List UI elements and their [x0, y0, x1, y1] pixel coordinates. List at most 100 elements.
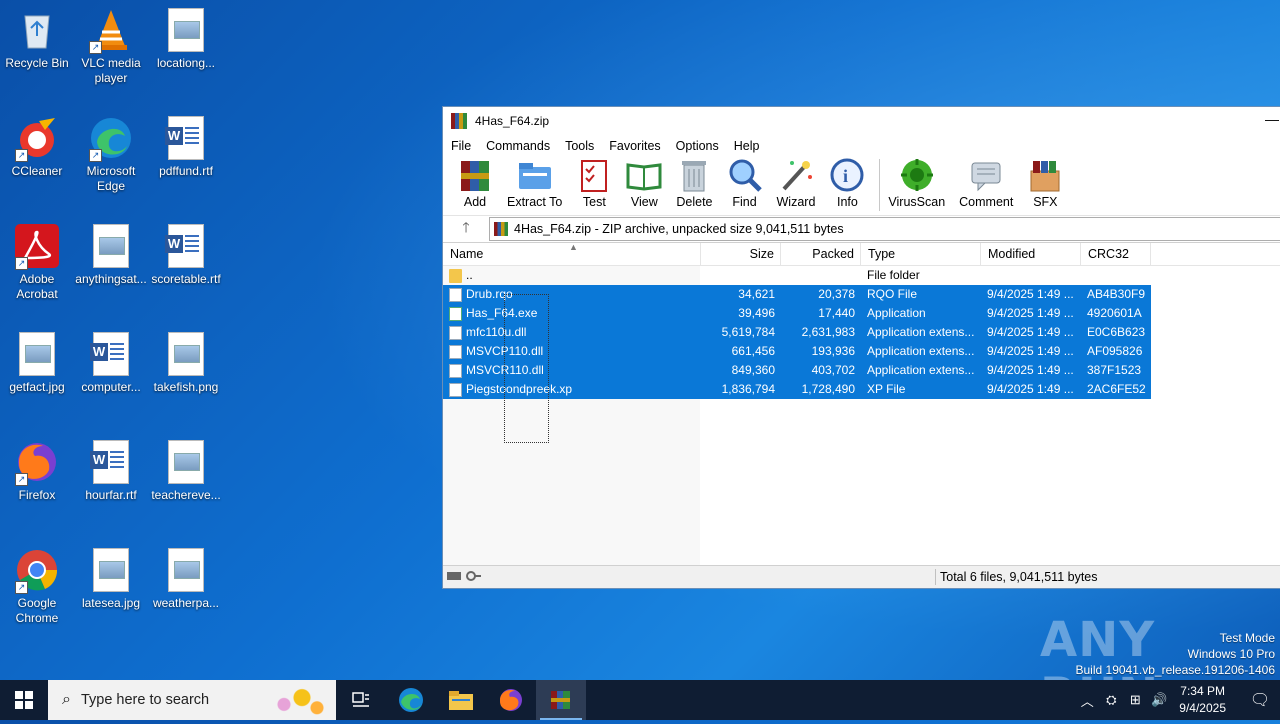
wizard-button[interactable]: Wizard — [776, 157, 816, 209]
archive-path-field[interactable]: 4Has_F64.zip - ZIP archive, unpacked siz… — [489, 217, 1280, 241]
column-size[interactable]: Size — [701, 243, 781, 265]
magic-wand-icon — [778, 157, 814, 193]
toolbar-label: SFX — [1033, 195, 1058, 209]
desktop-icon-latesea[interactable]: latesea.jpg — [74, 548, 148, 611]
extract-to-button[interactable]: Extract To — [507, 157, 562, 209]
desktop-icon-label: takefish.png — [153, 380, 219, 394]
desktop-icon-vlc[interactable]: ↗ VLC media player — [74, 8, 148, 86]
file-crc: AB4B30F9 — [1087, 287, 1146, 301]
winrar-window[interactable]: 4Has_F64.zip — File Commands Tools Favor… — [442, 106, 1280, 589]
file-crc: 2AC6FE52 — [1087, 382, 1146, 396]
taskbar-search-box[interactable]: ⌕ Type here to search — [48, 680, 336, 720]
image-file-icon — [168, 332, 204, 376]
desktop-icon-label: Recycle Bin — [5, 56, 69, 70]
desktop-icon-locationg[interactable]: locationg... — [149, 8, 223, 71]
file-type: File folder — [867, 268, 920, 282]
find-button[interactable]: Find — [727, 157, 763, 209]
delete-button[interactable]: Delete — [676, 157, 713, 209]
table-row[interactable]: MSVCP110.dll 661,456 193,936 Application… — [443, 342, 1151, 361]
shortcut-arrow-icon: ↗ — [15, 257, 28, 270]
start-button[interactable] — [0, 680, 48, 720]
desktop-icon-recycle-bin[interactable]: Recycle Bin — [0, 8, 74, 71]
status-bar: Total 6 files, 9,041,511 bytes — [443, 565, 1280, 588]
desktop-icon-label: VLC media player — [81, 56, 141, 85]
table-row[interactable]: MSVCR110.dll 849,360 403,702 Application… — [443, 361, 1151, 380]
file-modified: 9/4/2025 1:49 ... — [987, 382, 1074, 396]
volume-icon[interactable]: 🔊 — [1147, 692, 1171, 708]
column-packed[interactable]: Packed — [781, 243, 861, 265]
view-button[interactable]: View — [626, 157, 662, 209]
task-view-button[interactable] — [336, 680, 386, 720]
selection-marquee — [504, 294, 549, 443]
desktop-icon-ccleaner[interactable]: ↗ CCleaner — [0, 116, 74, 179]
address-bar: 🡑 4Has_F64.zip - ZIP archive, unpacked s… — [443, 215, 1280, 243]
column-type[interactable]: Type — [861, 243, 981, 265]
desktop-icon-label: anythingsat... — [75, 272, 147, 286]
desktop-icon-weatherpa[interactable]: weatherpa... — [149, 548, 223, 611]
sfx-button[interactable]: SFX — [1027, 157, 1063, 209]
toolbar-label: Wizard — [776, 195, 816, 209]
desktop-icon-anythingsat[interactable]: anythingsat... — [74, 224, 148, 287]
taskbar-firefox[interactable] — [486, 680, 536, 720]
menu-commands[interactable]: Commands — [486, 139, 550, 153]
desktop-icon-teachereve[interactable]: teachereve... — [149, 440, 223, 503]
test-button[interactable]: Test — [576, 157, 612, 209]
table-row[interactable]: mfc110u.dll 5,619,784 2,631,983 Applicat… — [443, 323, 1151, 342]
virusscan-button[interactable]: VirusScan — [888, 157, 945, 209]
file-icon — [449, 287, 462, 302]
menu-help[interactable]: Help — [734, 139, 760, 153]
column-modified[interactable]: Modified — [981, 243, 1081, 265]
file-crc: 387F1523 — [1087, 363, 1142, 377]
file-packed: 17,440 — [818, 306, 855, 320]
desktop-icon-hourfar[interactable]: W hourfar.rtf — [74, 440, 148, 503]
chevron-up-icon[interactable]: ︿ — [1075, 691, 1099, 710]
desktop-icon-chrome[interactable]: ↗ Google Chrome — [0, 548, 74, 626]
desktop-icon-label: getfact.jpg — [9, 380, 65, 394]
file-modified: 9/4/2025 1:49 ... — [987, 287, 1074, 301]
desktop-icon-pdffund[interactable]: W pdffund.rtf — [149, 116, 223, 179]
desktop-icon-scoretable[interactable]: W scoretable.rtf — [149, 224, 223, 287]
table-row[interactable]: Drub.rqo 34,621 20,378 RQO File 9/4/2025… — [443, 285, 1151, 304]
taskbar: ⌕ Type here to search ︿ ⛭ ⊞ 🔊 7:34 PM 9/… — [0, 680, 1280, 720]
desktop-icon-label: scoretable.rtf — [151, 272, 221, 286]
up-arrow-icon[interactable]: 🡑 — [443, 217, 489, 241]
taskbar-winrar[interactable] — [536, 680, 586, 720]
desktop-icon-firefox[interactable]: ↗ Firefox — [0, 440, 74, 503]
menu-favorites[interactable]: Favorites — [609, 139, 660, 153]
comment-icon — [968, 157, 1004, 193]
shortcut-arrow-icon: ↗ — [89, 149, 102, 162]
comment-button[interactable]: Comment — [959, 157, 1013, 209]
info-button[interactable]: i Info — [829, 157, 865, 209]
notification-icon[interactable]: 🗨 — [1240, 690, 1280, 710]
file-packed: 2,631,983 — [801, 325, 855, 339]
file-list-header: Name Size Packed Type Modified CRC32 ▲ — [443, 242, 1280, 266]
clock[interactable]: 7:34 PM 9/4/2025 — [1179, 683, 1226, 717]
desktop-icon-computer[interactable]: W computer... — [74, 332, 148, 395]
desktop-icon-label: locationg... — [156, 56, 216, 70]
shortcut-arrow-icon: ↗ — [15, 473, 28, 486]
desktop-icon-edge[interactable]: ↗ Microsoft Edge — [74, 116, 148, 194]
column-crc32[interactable]: CRC32 — [1081, 243, 1151, 265]
taskbar-file-explorer[interactable] — [436, 680, 486, 720]
device-icon[interactable]: ⛭ — [1099, 692, 1123, 708]
menu-tools[interactable]: Tools — [565, 139, 594, 153]
table-row-parent-folder[interactable]: .. File folder — [443, 266, 1151, 285]
desktop-icon-acrobat[interactable]: ↗ Adobe Acrobat — [0, 224, 74, 302]
ccleaner-icon: ↗ — [15, 116, 59, 162]
file-list[interactable]: .. File folder Drub.rqo 34,621 20,378 RQ… — [443, 266, 1280, 571]
minimize-icon[interactable]: — — [1265, 111, 1279, 127]
word-document-icon: W — [165, 116, 204, 160]
network-icon[interactable]: ⊞ — [1123, 692, 1147, 708]
menu-options[interactable]: Options — [676, 139, 719, 153]
desktop-icon-getfact[interactable]: getfact.jpg — [0, 332, 74, 395]
taskbar-edge[interactable] — [386, 680, 436, 720]
file-type: RQO File — [867, 287, 918, 301]
table-row[interactable]: Has_F64.exe 39,496 17,440 Application 9/… — [443, 304, 1151, 323]
menu-file[interactable]: File — [451, 139, 471, 153]
desktop-icon-takefish[interactable]: takefish.png — [149, 332, 223, 395]
table-row[interactable]: Piegstoondpreek.xp 1,836,794 1,728,490 X… — [443, 380, 1151, 399]
file-size: 661,456 — [731, 344, 775, 358]
desktop-icon-label: latesea.jpg — [81, 596, 141, 610]
title-bar[interactable]: 4Has_F64.zip — — [443, 107, 1280, 135]
add-button[interactable]: Add — [457, 157, 493, 209]
